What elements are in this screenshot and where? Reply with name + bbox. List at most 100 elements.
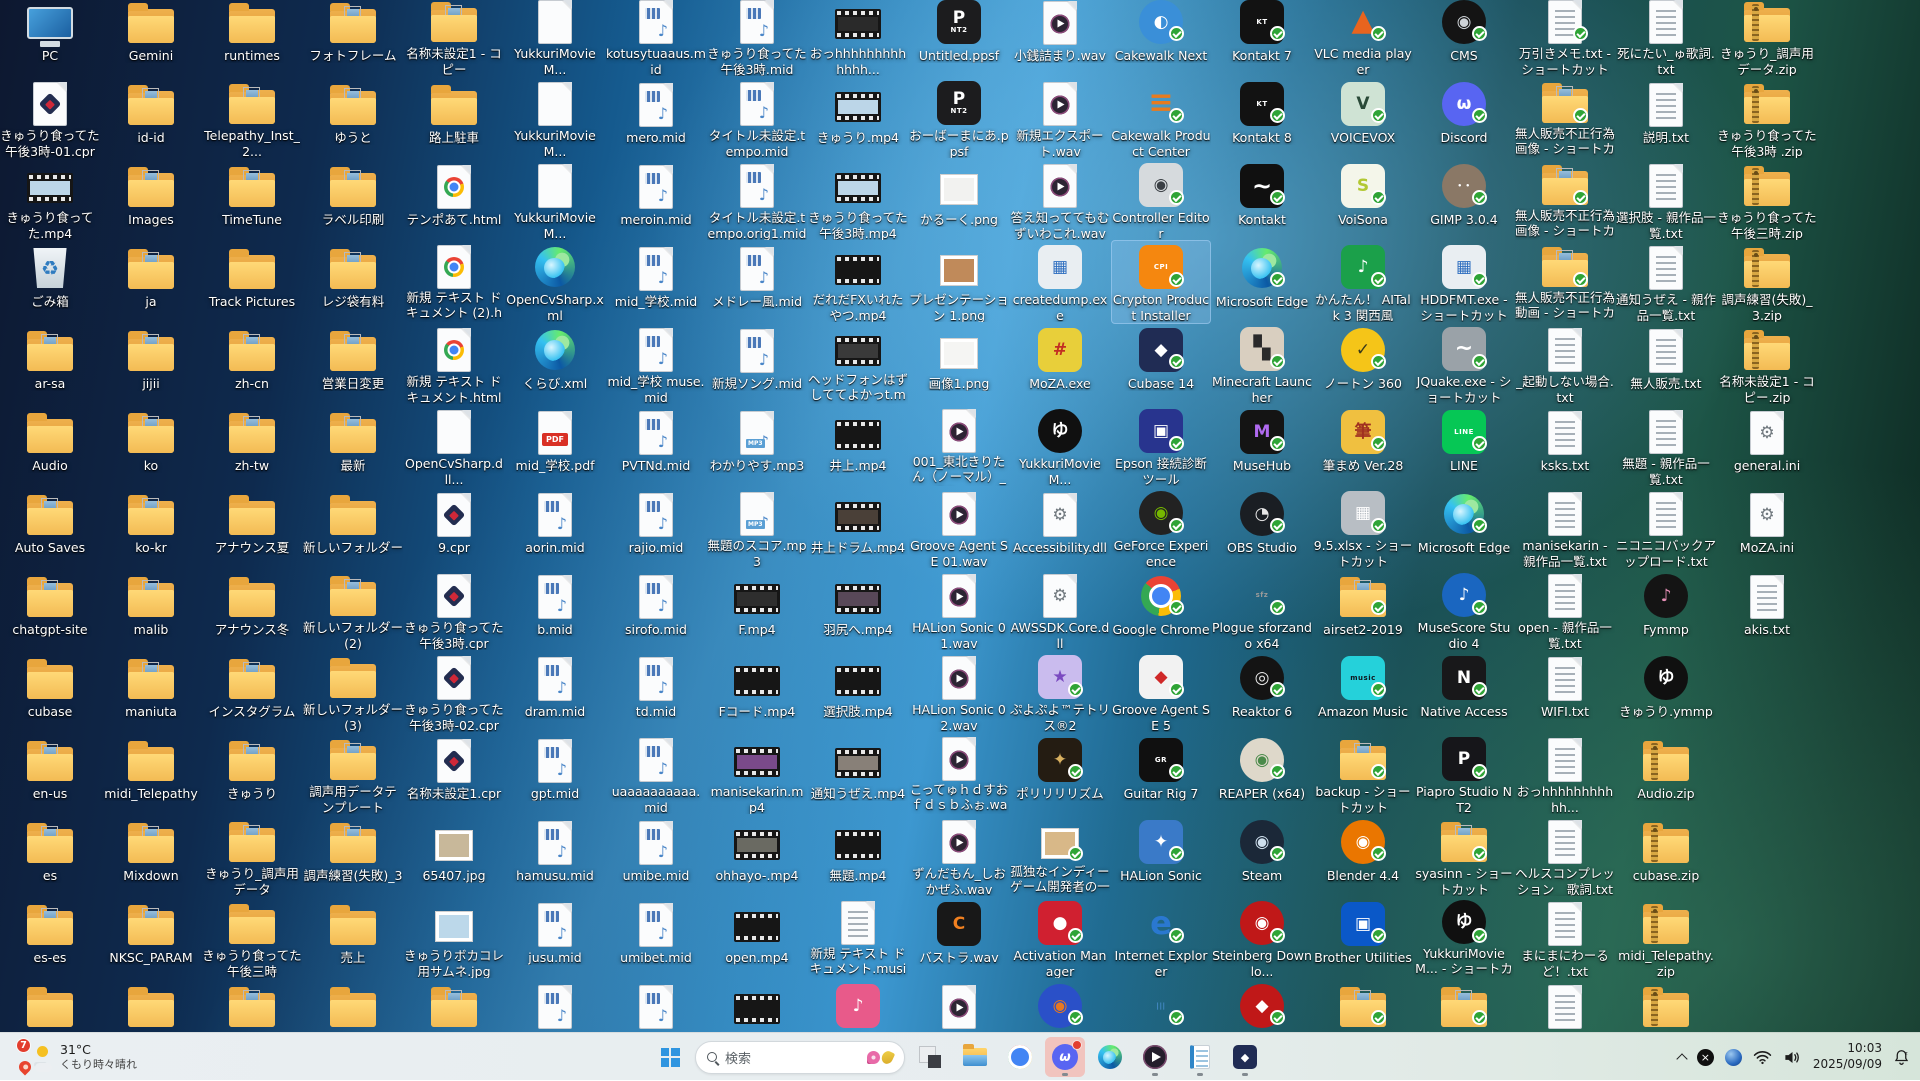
desktop-icon[interactable]: ♪mero.mid bbox=[608, 78, 704, 158]
desktop-icon[interactable]: ♪MP3無題のスコア.mp3 bbox=[709, 488, 805, 568]
desktop-icon[interactable]: #MoZA.exe bbox=[1012, 324, 1108, 404]
desktop-icon[interactable]: backup - ショートカット bbox=[1315, 734, 1411, 814]
desktop-icon[interactable]: 新規エクスポート.wav bbox=[1012, 78, 1108, 158]
desktop-icon[interactable]: 答え知っててもむずいわこれ.wav bbox=[1012, 160, 1108, 240]
desktop-icon[interactable]: 無題 - 親作品一覧.txt bbox=[1618, 406, 1714, 486]
desktop-icon[interactable]: ♻ごみ箱 bbox=[2, 242, 98, 322]
desktop-icon[interactable]: 無人販売不正行為動画 - ショートカット bbox=[1517, 242, 1613, 322]
desktop-icon[interactable]: ko bbox=[103, 406, 199, 486]
desktop-icon[interactable]: ♪かんたん！ AITalk 3 関西風 bbox=[1315, 242, 1411, 322]
desktop-icon[interactable]: _起動しない場合.txt bbox=[1517, 324, 1613, 404]
desktop-icon[interactable]: ▣Brother Utilities bbox=[1315, 898, 1411, 978]
desktop-icon[interactable]: ゆYukkuriMovieM... bbox=[1012, 406, 1108, 486]
desktop-icon[interactable]: ラベル印刷 bbox=[305, 160, 401, 240]
desktop-icon[interactable]: es bbox=[2, 816, 98, 896]
desktop-icon[interactable]: open - 親作品一覧.txt bbox=[1517, 570, 1613, 650]
desktop-icon[interactable]: ko-kr bbox=[103, 488, 199, 568]
desktop-icon[interactable]: ksks.txt bbox=[1517, 406, 1613, 486]
desktop-icon[interactable]: 孤独なインディーゲーム開発者の一生 ... bbox=[1012, 816, 1108, 896]
desktop-icon[interactable]: 9.cpr bbox=[406, 488, 502, 568]
desktop-icon[interactable]: malib bbox=[103, 570, 199, 650]
desktop-icon[interactable]: ▦createdump.exe bbox=[1012, 242, 1108, 322]
desktop-icon[interactable]: ♪きゅうり食ってた午後3時.mid bbox=[709, 0, 805, 76]
desktop-icon[interactable]: ▲VLC media player bbox=[1315, 0, 1411, 76]
desktop-icon[interactable]: ◉Controller Editor bbox=[1113, 160, 1209, 240]
desktop-icon[interactable]: manisekarin.mp4 bbox=[709, 734, 805, 814]
taskbar-microsoft-edge-icon[interactable] bbox=[1090, 1037, 1130, 1077]
desktop-icon[interactable]: ~Kontakt bbox=[1214, 160, 1310, 240]
desktop-icon[interactable]: きゅうり_調声用データ.zip bbox=[1719, 0, 1815, 76]
desktop-icon[interactable]: ♪タイトル未設定.tempo.orig1.mid bbox=[709, 160, 805, 240]
desktop-icon[interactable]: VVOICEVOX bbox=[1315, 78, 1411, 158]
desktop-icon[interactable]: アナウンス夏 bbox=[204, 488, 300, 568]
desktop-icon[interactable]: ✦ポリリリリズム bbox=[1012, 734, 1108, 814]
desktop-icon[interactable]: ⚙Accessibility.dll bbox=[1012, 488, 1108, 568]
desktop-icon[interactable]: id-id bbox=[103, 78, 199, 158]
desktop-icon[interactable]: ♪sirofo.mid bbox=[608, 570, 704, 650]
desktop-icon[interactable]: 無人販売不正行為画像 - ショートカッ... bbox=[1517, 78, 1613, 158]
desktop-icon[interactable]: NKSC_PARAM bbox=[103, 898, 199, 978]
desktop-icon[interactable]: きゅうり食ってた午後3時.cpr bbox=[406, 570, 502, 650]
taskbar-file-explorer-icon[interactable] bbox=[955, 1037, 995, 1077]
desktop-icon[interactable]: runtimes bbox=[204, 0, 300, 76]
desktop-icon[interactable]: ◉Steinberg Downlo... bbox=[1214, 898, 1310, 978]
desktop-icon[interactable]: 小銭詰まり.wav bbox=[1012, 0, 1108, 76]
desktop-icon[interactable]: NNative Access bbox=[1416, 652, 1512, 732]
desktop-icon[interactable]: Microsoft Edge bbox=[1416, 488, 1512, 568]
desktop-icon[interactable]: 最新 bbox=[305, 406, 401, 486]
search-input[interactable]: 検索 bbox=[695, 1041, 905, 1074]
desktop-icon[interactable]: ◔OBS Studio bbox=[1214, 488, 1310, 568]
desktop-icon[interactable]: YukkuriMovieM... bbox=[507, 160, 603, 240]
desktop-icon[interactable]: 新しいフォルダー (3) bbox=[305, 652, 401, 732]
desktop-icon[interactable]: Audio bbox=[2, 406, 98, 486]
desktop-icon[interactable]: WIFI.txt bbox=[1517, 652, 1613, 732]
tray-chevron-up-icon[interactable] bbox=[1678, 1052, 1686, 1063]
desktop-icon[interactable]: ♪MuseScore Studio 4 bbox=[1416, 570, 1512, 650]
desktop-icon[interactable]: ◉GeForce Experience bbox=[1113, 488, 1209, 568]
desktop-icon[interactable]: HALion Sonic 02.wav bbox=[911, 652, 1007, 732]
desktop-icon[interactable]: 死にたい_ゅ歌詞.txt bbox=[1618, 0, 1714, 76]
desktop-icon[interactable]: PDFmid_学校.pdf bbox=[507, 406, 603, 486]
desktop-icon[interactable]: ずんだもん_しおかぜふ.wav bbox=[911, 816, 1007, 896]
desktop-icon[interactable]: ♪mid_学校 muse.mid bbox=[608, 324, 704, 404]
desktop-icon[interactable]: eInternet Explorer bbox=[1113, 898, 1209, 978]
desktop-icon[interactable]: ▦9.5.xlsx - ショートカット bbox=[1315, 488, 1411, 568]
tray-app-x-icon[interactable]: × bbox=[1697, 1049, 1714, 1066]
taskbar-discord-icon[interactable]: ω bbox=[1045, 1037, 1085, 1077]
desktop-icon[interactable]: ▦HDDFMT.exe - ショートカット bbox=[1416, 242, 1512, 322]
desktop-icon[interactable]: zh-cn bbox=[204, 324, 300, 404]
desktop-icon[interactable]: きゅうり食ってた午後3時-02.cpr bbox=[406, 652, 502, 732]
desktop-icon[interactable]: • •GIMP 3.0.4 bbox=[1416, 160, 1512, 240]
desktop-icon[interactable]: SVoiSona bbox=[1315, 160, 1411, 240]
desktop-icon[interactable]: chatgpt-site bbox=[2, 570, 98, 650]
desktop-icon[interactable]: フォトフレーム bbox=[305, 0, 401, 76]
desktop-icon[interactable]: まにまにわーるど！.txt bbox=[1517, 898, 1613, 978]
desktop-icon[interactable]: ar-sa bbox=[2, 324, 98, 404]
desktop-icon[interactable]: Cバストラ.wav bbox=[911, 898, 1007, 978]
desktop-icon[interactable]: 万引きメモ.txt - ショートカット bbox=[1517, 0, 1613, 76]
desktop-icon[interactable]: akis.txt bbox=[1719, 570, 1815, 650]
desktop-icon[interactable]: KTKontakt 8 bbox=[1214, 78, 1310, 158]
desktop-icon[interactable]: 名称未設定1 - コピー bbox=[406, 0, 502, 76]
desktop-icon[interactable]: HALion Sonic 01.wav bbox=[911, 570, 1007, 650]
desktop-icon[interactable]: ✦HALion Sonic bbox=[1113, 816, 1209, 896]
desktop-icon[interactable]: 65407.jpg bbox=[406, 816, 502, 896]
desktop-icon[interactable]: ♪gpt.mid bbox=[507, 734, 603, 814]
desktop-icon[interactable]: OpenCvSharp.dll... bbox=[406, 406, 502, 486]
desktop-icon[interactable]: きゅうり bbox=[204, 734, 300, 814]
clock[interactable]: 10:03 2025/09/09 bbox=[1813, 1041, 1882, 1072]
desktop-icon[interactable]: くらび.xml bbox=[507, 324, 603, 404]
desktop-icon[interactable]: 新しいフォルダー bbox=[305, 488, 401, 568]
desktop-icon[interactable]: midi_Telepathy bbox=[103, 734, 199, 814]
tray-app-blue-icon[interactable] bbox=[1725, 1049, 1742, 1066]
desktop-icon[interactable]: ⚙general.ini bbox=[1719, 406, 1815, 486]
desktop-icon[interactable]: 調声練習(失敗)_3.zip bbox=[1719, 242, 1815, 322]
desktop-icon[interactable]: レジ袋有料 bbox=[305, 242, 401, 322]
desktop-icon[interactable]: ♪b.mid bbox=[507, 570, 603, 650]
desktop-icon[interactable]: ◎Reaktor 6 bbox=[1214, 652, 1310, 732]
desktop-icon[interactable]: es-es bbox=[2, 898, 98, 978]
desktop-icon[interactable]: ≡Cakewalk Product Center bbox=[1113, 78, 1209, 158]
desktop-icon[interactable]: 無人販売.txt bbox=[1618, 324, 1714, 404]
desktop-icon[interactable]: テンポあて.html bbox=[406, 160, 502, 240]
desktop-icon[interactable]: ♪タイトル未設定.tempo.mid bbox=[709, 78, 805, 158]
